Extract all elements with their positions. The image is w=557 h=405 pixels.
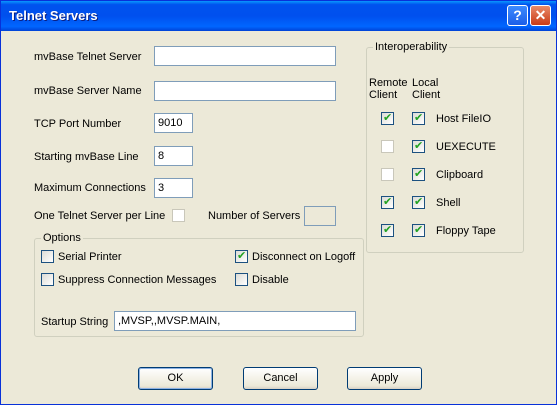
port-input[interactable]: 9010: [154, 113, 193, 133]
remote-floppytape-checkbox[interactable]: [381, 223, 394, 237]
close-icon: ✕: [534, 7, 547, 23]
shell-label: Shell: [436, 197, 461, 209]
local-shell-checkbox[interactable]: [412, 195, 425, 209]
options-group-label: Options: [41, 232, 83, 244]
one-per-line-label: One Telnet Server per Line: [34, 210, 166, 222]
remote-clipboard-checkbox[interactable]: [381, 168, 394, 181]
local-hostfileio-checkbox[interactable]: [412, 111, 425, 125]
remote-uexecute-checkbox[interactable]: [381, 140, 394, 153]
telnet-server-label: mvBase Telnet Server: [34, 51, 142, 63]
ok-button[interactable]: OK: [138, 367, 213, 390]
close-button[interactable]: ✕: [530, 5, 551, 26]
startup-string-label: Startup String: [41, 316, 109, 328]
number-of-servers-label: Number of Servers: [208, 210, 301, 222]
local-client-header: Local Client: [412, 77, 441, 101]
help-button[interactable]: ?: [507, 5, 528, 26]
remote-shell-checkbox[interactable]: [381, 195, 394, 209]
remote-hostfileio-checkbox[interactable]: [381, 111, 394, 125]
local-floppytape-checkbox[interactable]: [412, 223, 425, 237]
serial-printer-label: Serial Printer: [58, 251, 122, 263]
local-clipboard-checkbox[interactable]: [412, 167, 425, 181]
interoperability-group-label: Interoperability: [373, 41, 450, 53]
max-connections-label: Maximum Connections: [34, 182, 146, 194]
port-label: TCP Port Number: [34, 118, 122, 130]
telnet-server-input[interactable]: [154, 46, 336, 66]
starting-line-label: Starting mvBase Line: [34, 151, 139, 163]
server-name-input[interactable]: [154, 81, 336, 101]
number-of-servers-input[interactable]: [304, 206, 336, 226]
startup-string-input[interactable]: ,MVSP,,MVSP.MAIN,: [114, 311, 356, 331]
remote-client-header: Remote Client: [369, 77, 408, 101]
apply-button[interactable]: Apply: [347, 367, 422, 390]
disable-label: Disable: [252, 274, 289, 286]
uexecute-label: UEXECUTE: [436, 141, 496, 153]
disable-checkbox[interactable]: [235, 273, 248, 286]
floppytape-label: Floppy Tape: [436, 225, 496, 237]
help-icon: ?: [513, 7, 522, 23]
telnet-servers-dialog: Telnet Servers ? ✕ mvBase Telnet Server …: [0, 0, 557, 405]
window-title: Telnet Servers: [9, 8, 98, 23]
one-per-line-checkbox[interactable]: [172, 209, 185, 222]
cancel-button[interactable]: Cancel: [243, 367, 318, 390]
serial-printer-checkbox[interactable]: [41, 250, 54, 263]
suppress-messages-checkbox[interactable]: [41, 273, 54, 286]
server-name-label: mvBase Server Name: [34, 85, 142, 97]
starting-line-input[interactable]: 8: [154, 146, 193, 166]
suppress-messages-label: Suppress Connection Messages: [58, 274, 217, 286]
clipboard-label: Clipboard: [436, 169, 484, 181]
title-bar[interactable]: Telnet Servers ? ✕: [1, 1, 556, 31]
hostfileio-label: Host FileIO: [436, 113, 492, 125]
disconnect-logoff-label: Disconnect on Logoff: [252, 251, 356, 263]
max-connections-input[interactable]: 3: [154, 178, 193, 198]
disconnect-logoff-checkbox[interactable]: [235, 249, 248, 263]
local-uexecute-checkbox[interactable]: [412, 139, 425, 153]
